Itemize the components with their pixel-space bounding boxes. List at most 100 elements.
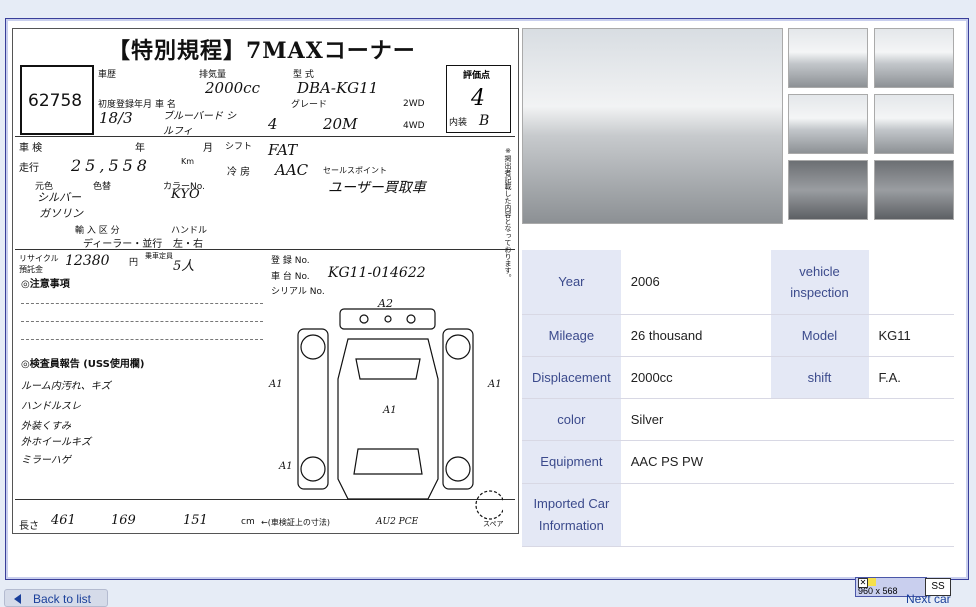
arrow-left-icon	[14, 594, 21, 604]
drive-2wd: 2WD	[403, 99, 425, 109]
registration-label: 登 録 No.	[271, 256, 310, 266]
side-note: ※掲出者記載した内容となっております。	[504, 147, 512, 281]
color-label: 色替	[93, 182, 112, 192]
diagram-note: AU2 PCE	[376, 517, 419, 527]
doors-value: 4	[268, 115, 278, 133]
recycle-value: 12380	[65, 253, 110, 269]
diagram-mark: A1	[488, 379, 502, 390]
bottom-bar	[0, 583, 976, 601]
inspector-note: ミラーハゲ	[21, 455, 71, 466]
thumbnail-photo[interactable]	[874, 94, 954, 154]
grade-value: 4	[471, 86, 485, 111]
import-value: ディーラー・並行	[83, 239, 163, 250]
spec-label: Mileage	[522, 314, 621, 357]
shift-label: シフト	[225, 142, 253, 152]
spec-value: Silver	[620, 398, 954, 441]
spec-label: Displacement	[522, 356, 621, 399]
mileage-value: 25,558	[71, 156, 151, 175]
color-original-value: シルバー	[37, 191, 81, 204]
size-height: 151	[183, 513, 208, 528]
lock-icon[interactable]	[868, 578, 876, 586]
inspection-year: 年	[135, 143, 145, 154]
interior-value: B	[479, 113, 490, 129]
spec-value: 2006	[620, 250, 771, 315]
spec-value: 2000cc	[620, 356, 771, 399]
main-vehicle-photo[interactable]	[522, 28, 783, 224]
inspection-month: 月	[203, 143, 213, 154]
inspector-note: 外ホイールキズ	[21, 437, 91, 448]
sales-point-value: ユーザー買取車	[328, 180, 426, 196]
interior-label: 内装	[449, 118, 468, 128]
first-reg-value: 18/3	[99, 109, 133, 127]
ac-label: 冷 房	[227, 167, 251, 178]
spec-row: Mileage 26 thousand Model KG11	[522, 314, 954, 357]
recycle-unit: 円	[129, 258, 139, 268]
spec-value: KG11	[868, 314, 954, 357]
chassis-value: KG11-014622	[328, 265, 426, 281]
inspection-label: 車 検	[19, 143, 43, 154]
size-label: 長さ	[19, 521, 39, 532]
spec-label: color	[522, 398, 621, 441]
fuel-value: ガソリン	[39, 207, 83, 220]
back-to-list-label: Back to list	[33, 592, 92, 606]
type-value: DBA-KG11	[297, 79, 379, 97]
diagram-mark: A1	[279, 461, 293, 472]
handle-value: 左・右	[173, 239, 203, 250]
sheet-title: 【特別規程】7MAXコーナー	[108, 38, 416, 64]
recycle-label: リサイクル預託金	[19, 254, 59, 274]
drive-4wd: 4WD	[403, 121, 425, 131]
spec-label: Year	[522, 250, 621, 315]
spec-row: Equipment AAC PS PW	[522, 440, 954, 484]
spec-row: Displacement 2000cc shift F.A.	[522, 356, 954, 399]
mileage-label: 走行	[19, 163, 39, 174]
size-unit: cm	[241, 517, 255, 527]
grade-text-value: 20M	[323, 115, 358, 133]
spec-table: Year 2006 vehicle inspection Mileage 26 …	[522, 250, 954, 547]
thumbnail-photo[interactable]	[874, 28, 954, 88]
back-to-list-button[interactable]: Back to list	[4, 589, 108, 607]
ac-value: AAC	[275, 161, 309, 179]
inspector-note: ハンドルスレ	[21, 401, 81, 412]
spec-label: Imported Car Information	[522, 483, 621, 547]
inspector-note: 外装くすみ	[21, 421, 71, 432]
thumbnail-photo[interactable]	[788, 28, 868, 88]
thumbnail-photo[interactable]	[788, 160, 868, 220]
grade-text-label: グレード	[291, 100, 328, 110]
thumbnail-photo[interactable]	[874, 160, 954, 220]
spec-row: Year 2006 vehicle inspection	[522, 250, 954, 315]
sales-point-label: セールスポイント	[323, 166, 387, 175]
size-length: 461	[51, 513, 76, 528]
name-value: ブルーバード シルフィ	[163, 111, 237, 137]
auction-sheet: 【特別規程】7MAXコーナー 62758 車歴 排気量 型 式 2000cc D…	[12, 28, 519, 534]
capacity-label: 乗車定員	[145, 252, 173, 260]
next-car-link[interactable]: Next car	[906, 592, 951, 606]
diagram-mark: A2	[378, 297, 393, 310]
notes-title: ◎注意事項	[21, 279, 70, 290]
spec-label: Model	[770, 314, 869, 357]
spec-value	[868, 250, 954, 315]
shift-value: FAT	[268, 141, 298, 159]
diagram-mark: A1	[383, 405, 397, 416]
chassis-label: 車 台 No.	[271, 272, 310, 282]
displacement-value: 2000cc	[205, 79, 260, 97]
lot-number-box: 62758	[20, 65, 94, 135]
grade-label: 評価点	[463, 71, 491, 81]
spec-row: Imported Car Information	[522, 483, 954, 547]
inspector-note: ルーム内汚れ、キズ	[21, 381, 111, 392]
history-label: 車歴	[98, 70, 117, 80]
spec-value	[620, 483, 954, 547]
spec-row: color Silver	[522, 398, 954, 441]
spec-value: F.A.	[868, 356, 954, 399]
size-width: 169	[111, 513, 136, 528]
size-readout: 960 x 568	[858, 586, 898, 596]
thumbnail-photo[interactable]	[788, 94, 868, 154]
spec-value: AAC PS PW	[620, 440, 954, 484]
spec-label: vehicle inspection	[770, 250, 869, 315]
inspector-title: ◎検査員報告 (USS使用欄)	[21, 359, 145, 370]
lot-number: 62758	[28, 91, 83, 111]
capacity-value: 5人	[173, 259, 195, 274]
spare-label: スペア	[483, 520, 504, 528]
diagram-mark: A1	[269, 379, 283, 390]
spec-label: shift	[770, 356, 869, 399]
spec-label: Equipment	[522, 440, 621, 484]
